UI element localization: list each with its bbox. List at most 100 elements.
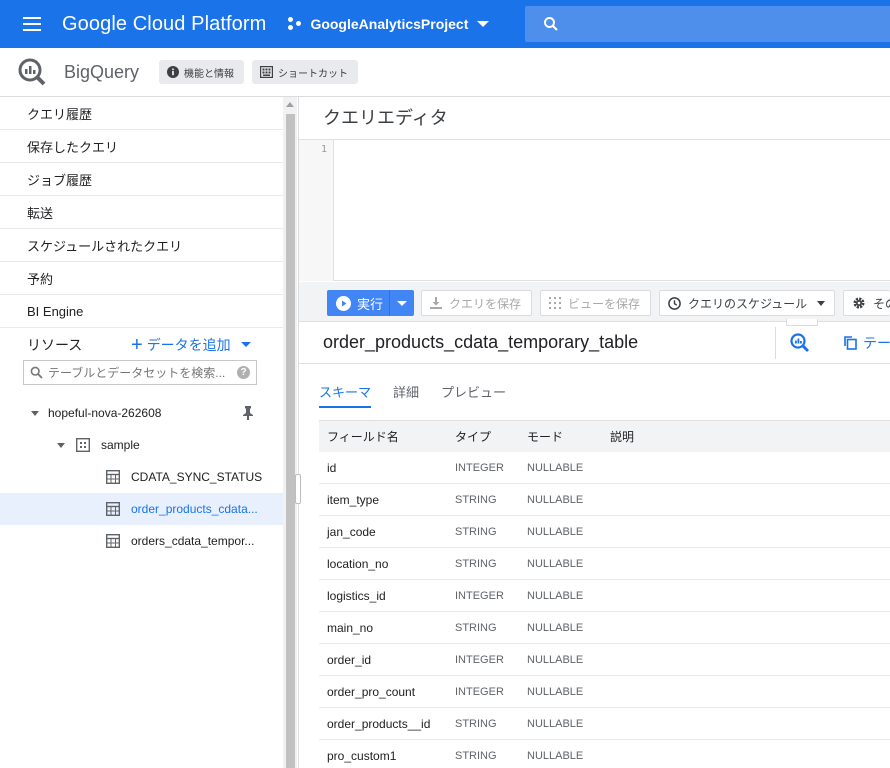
type-cell: INTEGER	[455, 589, 504, 602]
scroll-up-icon[interactable]	[286, 102, 294, 107]
sidebar-item-saved-queries[interactable]: 保存したクエリ	[0, 130, 283, 163]
save-query-button[interactable]: クエリを保存	[421, 290, 532, 316]
header-bottom-border	[299, 363, 890, 364]
resources-header: リソース + データを追加	[0, 328, 283, 361]
type-cell: STRING	[455, 557, 497, 570]
features-info-chip[interactable]: 機能と情報	[159, 60, 245, 84]
sidebar-item-label: 予約	[27, 271, 54, 287]
schema-header-row: フィールド名 タイプ モード 説明	[319, 420, 890, 452]
mode-cell: NULLABLE	[527, 493, 584, 506]
play-icon	[336, 295, 351, 311]
tree-dataset-row[interactable]: sample	[0, 429, 283, 461]
tree-table-row[interactable]: orders_cdata_tempor...	[0, 525, 283, 557]
sidebar-item-reservations[interactable]: 予約	[0, 262, 283, 295]
sidebar-item-transfers[interactable]: 転送	[0, 196, 283, 229]
type-cell: STRING	[455, 717, 497, 730]
menu-icon[interactable]	[0, 0, 64, 48]
resource-search-input[interactable]: テーブルとデータセットを検索... ?	[23, 360, 257, 385]
schedule-query-label: クエリのスケジュール	[688, 296, 808, 311]
expand-arrow-icon[interactable]	[31, 410, 39, 416]
table-row: order_id INTEGER NULLABLE	[319, 644, 890, 676]
field-name-cell: jan_code	[327, 524, 376, 539]
mode-cell: NULLABLE	[527, 685, 584, 698]
app-title[interactable]: Google Cloud Platform	[62, 13, 266, 36]
expand-arrow-icon[interactable]	[57, 442, 65, 448]
product-bar: BigQuery 機能と情報 ショートカット	[0, 48, 890, 97]
top-search-input[interactable]	[525, 6, 890, 42]
search-icon	[544, 17, 558, 31]
field-name-cell: id	[327, 460, 337, 475]
sidebar-item-label: BI Engine	[27, 303, 84, 319]
search-icon	[30, 366, 43, 379]
download-icon	[430, 297, 442, 309]
mode-cell: NULLABLE	[527, 525, 584, 538]
query-editor[interactable]: 1	[299, 139, 890, 281]
copy-table-button[interactable]: テー	[844, 333, 890, 353]
line-number-gutter: 1	[299, 140, 334, 281]
run-button[interactable]: 実行	[327, 290, 414, 316]
project-selector[interactable]: GoogleAnalyticsProject	[288, 8, 490, 40]
column-header-description: 説明	[610, 430, 635, 444]
field-name-cell: order_products__id	[327, 716, 431, 731]
sidebar-item-query-history[interactable]: クエリ履歴	[0, 97, 283, 130]
bigquery-logo-icon	[18, 58, 46, 86]
tab-details[interactable]: 詳細	[393, 382, 419, 408]
table-row: logistics_id INTEGER NULLABLE	[319, 580, 890, 612]
tree-table-label: orders_cdata_tempor...	[131, 534, 255, 548]
pin-icon[interactable]	[242, 406, 254, 420]
tree-dataset-label: sample	[101, 438, 140, 452]
tree-table-row[interactable]: CDATA_SYNC_STATUS	[0, 461, 283, 493]
tree-project-label: hopeful-nova-262608	[48, 406, 162, 420]
tree-table-label: CDATA_SYNC_STATUS	[131, 470, 263, 484]
table-name-title: order_products_cdata_temporary_table	[323, 332, 639, 352]
more-options-button[interactable]: その	[843, 290, 890, 316]
type-cell: STRING	[455, 749, 497, 762]
resources-label: リソース	[27, 336, 83, 353]
sidebar-item-job-history[interactable]: ジョブ履歴	[0, 163, 283, 196]
query-table-icon[interactable]	[789, 332, 811, 354]
sidebar-item-scheduled-queries[interactable]: スケジュールされたクエリ	[0, 229, 283, 262]
field-name-cell: main_no	[327, 620, 374, 635]
mode-cell: NULLABLE	[527, 653, 584, 666]
run-dropdown-icon[interactable]	[397, 301, 407, 306]
field-name-cell: item_type	[327, 492, 380, 507]
sidebar-item-label: クエリ履歴	[27, 106, 93, 122]
table-row: location_no STRING NULLABLE	[319, 548, 890, 580]
column-header-field-name: フィールド名	[327, 430, 399, 444]
schema-table: フィールド名 タイプ モード 説明 id INTEGER NULLABLE item_…	[319, 420, 890, 768]
field-name-cell: location_no	[327, 556, 389, 571]
sidebar-item-bi-engine[interactable]: BI Engine	[0, 295, 283, 328]
table-icon	[106, 534, 120, 548]
header-separator	[775, 327, 776, 359]
type-cell: INTEGER	[455, 653, 504, 666]
clock-icon	[668, 296, 681, 310]
mode-cell: NULLABLE	[527, 717, 584, 730]
plus-icon: +	[131, 333, 143, 356]
table-row: main_no STRING NULLABLE	[319, 612, 890, 644]
type-cell: STRING	[455, 621, 497, 634]
project-dots-icon	[288, 17, 304, 31]
tab-schema[interactable]: スキーマ	[319, 382, 372, 408]
tab-preview[interactable]: プレビュー	[441, 382, 506, 408]
sidebar-item-label: スケジュールされたクエリ	[27, 238, 183, 254]
product-name: BigQuery	[64, 61, 140, 82]
keyboard-icon	[260, 66, 274, 78]
save-view-button[interactable]: ビューを保存	[540, 290, 651, 316]
tree-table-row-selected[interactable]: order_products_cdata...	[0, 493, 283, 525]
sidebar-scrollbar-thumb[interactable]	[286, 114, 295, 768]
help-icon[interactable]: ?	[237, 366, 250, 379]
schedule-query-button[interactable]: クエリのスケジュール	[659, 290, 835, 316]
mode-cell: NULLABLE	[527, 749, 584, 762]
shortcuts-chip[interactable]: ショートカット	[252, 60, 359, 84]
panel-resize-handle[interactable]	[295, 474, 301, 504]
type-cell: STRING	[455, 525, 497, 538]
query-toolbar: 実行 クエリを保存 ビューを保存 クエリのスケジュール その	[299, 282, 890, 322]
line-number: 1	[320, 144, 327, 155]
copy-icon	[844, 336, 857, 350]
shortcuts-label: ショートカット	[278, 68, 349, 80]
type-cell: STRING	[455, 493, 497, 506]
field-name-cell: order_id	[327, 652, 372, 667]
panel-drag-tab[interactable]	[786, 319, 818, 326]
tree-project-row[interactable]: hopeful-nova-262608	[0, 397, 283, 429]
add-data-button[interactable]: + データを追加	[131, 328, 251, 361]
